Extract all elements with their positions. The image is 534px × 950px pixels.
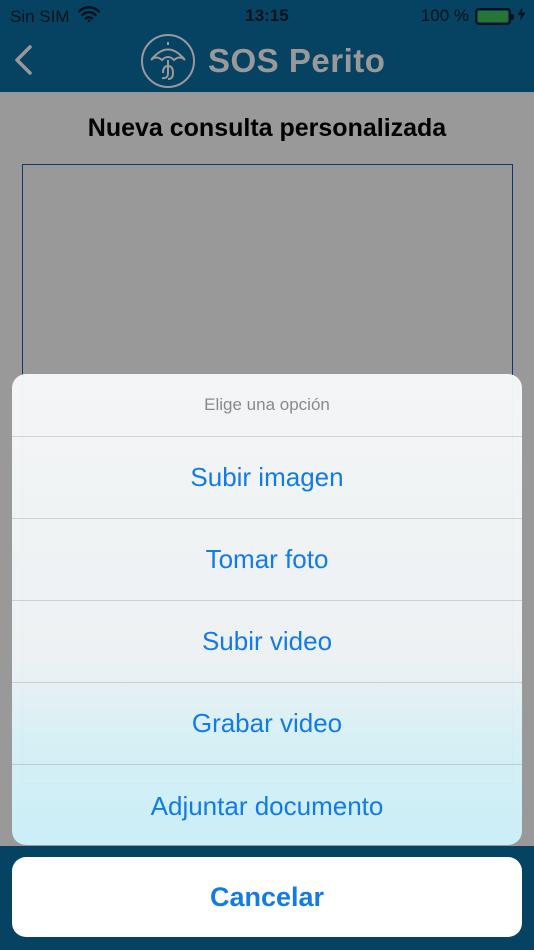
action-sheet: Elige una opción Subir imagen Tomar foto… — [12, 374, 522, 845]
upload-video-option[interactable]: Subir video — [12, 601, 522, 683]
take-photo-option[interactable]: Tomar foto — [12, 519, 522, 601]
record-video-option[interactable]: Grabar video — [12, 683, 522, 765]
upload-image-option[interactable]: Subir imagen — [12, 437, 522, 519]
cancel-button[interactable]: Cancelar — [12, 857, 522, 937]
action-sheet-title: Elige una opción — [12, 374, 522, 437]
attach-document-option[interactable]: Adjuntar documento — [12, 765, 522, 845]
